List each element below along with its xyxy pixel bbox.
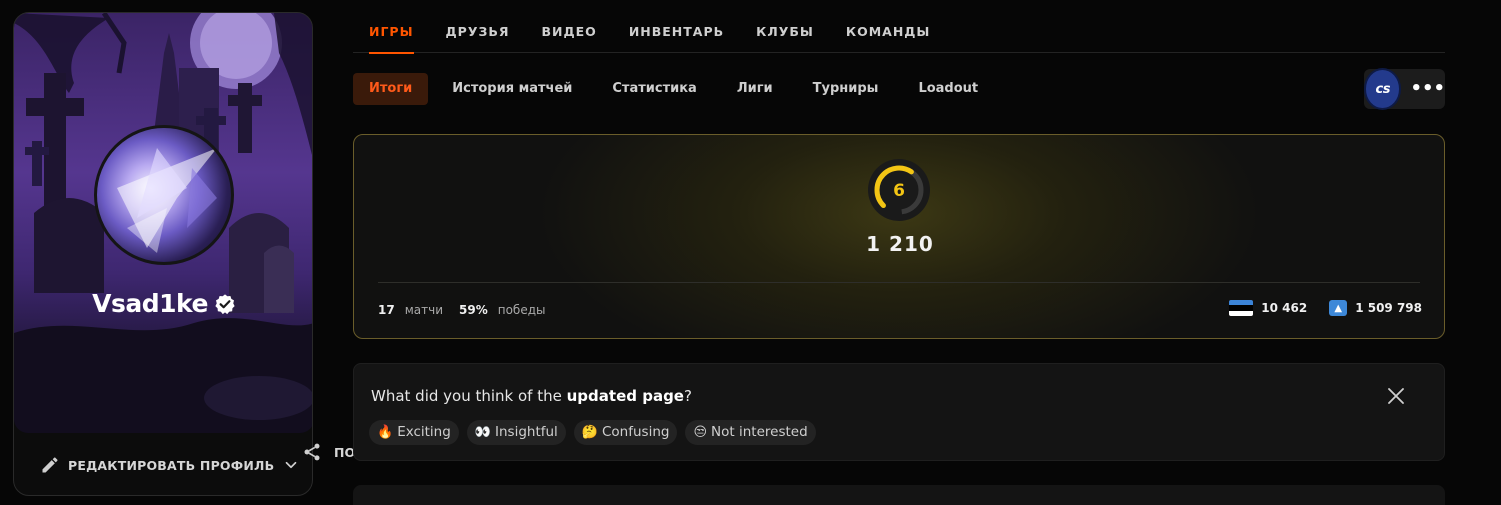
profile-actions: РЕДАКТИРОВАТЬ ПРОФИЛЬ <box>14 443 312 487</box>
username: Vsad1ke <box>92 289 208 318</box>
sub-tabs: Итоги История матчей Статистика Лиги Тур… <box>353 73 1002 105</box>
feedback-option-confusing[interactable]: 🤔 Confusing <box>573 420 678 445</box>
stats-card: 6 1 210 17 матчи 59% победы 10 462 ▲ 1 5… <box>353 134 1445 339</box>
subtab-match-history[interactable]: История матчей <box>436 73 588 105</box>
feedback-option-not-interested[interactable]: 😒 Not interested <box>685 420 816 445</box>
thinking-emoji-icon: 🤔 <box>581 425 598 440</box>
feedback-question: What did you think of the updated page? <box>371 387 692 405</box>
next-section-card <box>353 485 1445 505</box>
estonia-flag-icon <box>1229 300 1254 316</box>
subtab-tournaments[interactable]: Турниры <box>797 73 895 105</box>
edit-profile-label: РЕДАКТИРОВАТЬ ПРОФИЛЬ <box>68 457 275 473</box>
winrate-value: 59% <box>459 303 488 317</box>
skill-level-value: 6 <box>893 181 905 201</box>
tab-videos[interactable]: ВИДЕО <box>526 12 613 53</box>
feedback-option-insightful[interactable]: 👀 Insightful <box>466 420 566 445</box>
subtab-loadout[interactable]: Loadout <box>902 73 994 105</box>
username-row: Vsad1ke <box>14 289 312 318</box>
match-summary: 17 матчи 59% победы <box>378 303 561 317</box>
main-tabs: ИГРЫ ДРУЗЬЯ ВИДЕО ИНВЕНТАРЬ КЛУБЫ КОМАНД… <box>353 12 1445 54</box>
tab-friends[interactable]: ДРУЗЬЯ <box>430 12 526 53</box>
unamused-emoji-icon: 😒 <box>693 425 708 440</box>
stats-divider <box>378 282 1420 283</box>
elo-value: 1 210 <box>866 232 934 256</box>
subtab-leagues[interactable]: Лиги <box>721 73 789 105</box>
edit-profile-button[interactable]: РЕДАКТИРОВАТЬ ПРОФИЛЬ <box>40 455 300 475</box>
rankings: 10 462 ▲ 1 509 798 <box>1229 300 1422 316</box>
matches-label: матчи <box>404 303 443 317</box>
region-rank-icon: ▲ <box>1329 300 1348 316</box>
fire-emoji-icon: 🔥 <box>377 425 394 440</box>
tab-clubs[interactable]: КЛУБЫ <box>740 12 830 53</box>
subtab-statistics[interactable]: Статистика <box>596 73 712 105</box>
avatar-image <box>117 148 217 253</box>
feedback-card: What did you think of the updated page? … <box>353 363 1445 461</box>
skill-level-badge: 6 <box>868 159 930 221</box>
tab-inventory[interactable]: ИНВЕНТАРЬ <box>613 12 740 53</box>
verified-icon <box>215 293 235 314</box>
region-rank: 1 509 798 <box>1355 301 1422 315</box>
matches-count: 17 <box>378 303 395 317</box>
tab-teams[interactable]: КОМАНДЫ <box>830 12 947 53</box>
country-rank: 10 462 <box>1261 301 1308 315</box>
profile-card: Vsad1ke РЕДАКТИРОВАТЬ ПРОФИЛЬ <box>13 12 313 496</box>
subtab-overview[interactable]: Итоги <box>353 73 429 105</box>
tab-games[interactable]: ИГРЫ <box>353 12 430 54</box>
feedback-options: 🔥 Exciting 👀 Insightful 🤔 Confusing 😒 No… <box>369 420 816 445</box>
share-icon <box>304 443 320 461</box>
chevron-down-icon[interactable] <box>282 456 300 474</box>
more-options-button[interactable]: ••• <box>1410 69 1445 109</box>
cs-game-logo[interactable]: cs <box>1364 68 1402 110</box>
close-icon[interactable] <box>1386 386 1406 406</box>
eyes-emoji-icon: 👀 <box>474 425 491 440</box>
feedback-option-exciting[interactable]: 🔥 Exciting <box>369 420 459 445</box>
game-selector: cs ••• <box>1364 68 1445 110</box>
winrate-label: победы <box>497 303 546 317</box>
avatar[interactable] <box>94 125 234 265</box>
pencil-icon <box>42 457 58 473</box>
